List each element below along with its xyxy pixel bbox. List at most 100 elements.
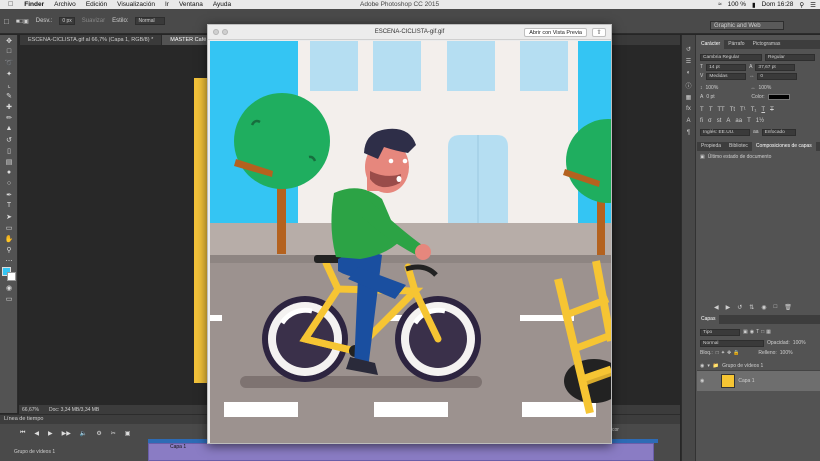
tab-parrafo[interactable]: Párrafo [724,40,748,49]
prev-comp-icon[interactable]: ◀ [714,304,719,311]
text-color-swatch[interactable] [767,94,790,100]
swash-icon[interactable]: st [717,118,722,124]
tracking-select[interactable]: 0 [757,72,798,80]
apple-icon[interactable]:  [0,1,19,8]
alternates-icon[interactable]: A [726,118,730,124]
update-vis-icon[interactable]: ◉ [761,304,766,311]
font-family-select[interactable]: Cambria Regular [700,53,762,61]
tab-propiedades[interactable]: Propieda [697,142,725,151]
superscript-icon[interactable]: T¹ [740,107,746,113]
fullscreen-icon[interactable] [222,29,228,35]
zoom-level[interactable]: 66,67% [22,407,39,413]
crop-tool-icon[interactable]: ⌞ [0,79,18,90]
baseline-input[interactable]: 0 pt [706,94,748,100]
opacity-input[interactable]: 100% [793,340,806,346]
gradient-tool-icon[interactable]: ▤ [0,156,18,167]
stamp-tool-icon[interactable]: ▲ [0,123,18,134]
tab-capas[interactable]: Capas [697,315,720,324]
layer-row-group[interactable]: ◉ ▾ 📁 Grupo de vídeos 1 [697,361,820,371]
eye-icon[interactable]: ◉ [700,378,704,384]
feather-input[interactable]: 0 px [59,17,75,25]
audio-icon[interactable]: 🔈 [80,430,87,437]
character-icon[interactable]: A [682,115,695,127]
layer-filter-select[interactable]: Tipo [700,328,740,336]
all-caps-icon[interactable]: TT [717,107,724,113]
close-icon[interactable] [213,29,219,35]
delete-comp-icon[interactable]: 🗑 [784,304,792,311]
timeline-track-name[interactable]: Grupo de vídeos 1 [14,449,55,455]
underline-icon[interactable]: T [761,107,765,113]
blend-mode-select[interactable]: Normal [700,339,764,347]
selection-mode-icons[interactable]: ■□▣ [16,18,29,25]
type-tool-icon[interactable]: T [0,200,18,211]
quick-mask-icon[interactable]: ◉ [0,282,18,293]
info-icon[interactable]: ⓘ [682,79,695,91]
workspace-select[interactable]: Graphic and Web [710,21,784,30]
swatches-icon[interactable]: ▦ [682,91,695,103]
prev-frame-icon[interactable]: ◀ [34,430,39,437]
marquee-tool-icon[interactable]: □ [4,17,9,26]
horizontal-scale-input[interactable]: 100% [759,85,772,91]
oldstyle-icon[interactable]: σ [708,118,712,124]
vertical-scale-input[interactable]: 100% [706,85,748,91]
tab-pictogramas[interactable]: Pictogramas [749,40,785,49]
timeline-clip[interactable] [148,443,654,461]
titling-icon[interactable]: aa [735,118,742,124]
share-icon[interactable]: ⇧ [592,28,606,37]
eyedropper-icon[interactable]: ✎ [0,90,18,101]
move-tool-icon[interactable]: ✥ [0,35,18,46]
eraser-tool-icon[interactable]: ▯ [0,145,18,156]
next-frame-icon[interactable]: ▶▶ [62,430,71,437]
split-icon[interactable]: ✂ [111,430,116,437]
battery-label[interactable]: 100 % [728,1,746,8]
menu-archivo[interactable]: Archivo [49,1,81,8]
paragraph-icon[interactable]: ¶ [682,127,695,139]
adjustments-icon[interactable]: ◐ [682,67,695,79]
pen-tool-icon[interactable]: ✒ [0,189,18,200]
menu-visualizacion[interactable]: Visualización [112,1,160,8]
language-select[interactable]: Inglés: EE.UU. [700,128,750,136]
menu-edicion[interactable]: Edición [81,1,112,8]
tab-composiciones[interactable]: Composiciones de capas [751,142,816,151]
history-icon[interactable]: ↺ [682,43,695,55]
more-tools-icon[interactable]: ⋯ [0,255,18,266]
menu-ir[interactable]: Ir [160,1,174,8]
antialias-checkbox[interactable]: Suavizar [82,18,105,24]
next-comp-icon[interactable]: ▶ [726,304,731,311]
rectangle-tool-icon[interactable]: ▭ [0,222,18,233]
layer-name[interactable]: Capa 1 [738,378,754,384]
search-icon[interactable]: ⚲ [799,1,804,9]
menu-finder[interactable]: Finder [19,1,49,8]
doc-tab-escena[interactable]: ESCENA-CICLISTA.gif al 66,7% (Capa 1, RG… [20,35,163,45]
layer-name[interactable]: Grupo de vídeos 1 [722,363,763,369]
lasso-tool-icon[interactable]: ➰ [0,57,18,68]
brush-tool-icon[interactable]: ✏ [0,112,18,123]
wifi-icon[interactable]: ≈ [718,1,722,8]
filter-icons[interactable]: ▣◉T□▦ [743,329,773,335]
font-size-input[interactable]: 14 pt [706,63,747,71]
disclosure-icon[interactable]: ▾ [707,363,710,369]
font-style-select[interactable]: Regular [765,53,815,61]
fractions-icon[interactable]: 1½ [756,118,764,124]
styles-icon[interactable]: fx [682,103,695,115]
new-comp-icon[interactable]: □ [774,304,778,310]
kerning-select[interactable]: Medidas [706,72,747,80]
screen-mode-icon[interactable]: ▭ [0,293,18,304]
small-caps-icon[interactable]: Tt [730,107,735,113]
style-select[interactable]: Normal [135,17,166,25]
lock-icons[interactable]: □✦✥🔒 [716,350,742,356]
history-brush-icon[interactable]: ↺ [0,134,18,145]
comp-item-label[interactable]: Último estado de documento [708,154,772,160]
tab-bibliotecas[interactable]: Bibliotec [725,142,752,151]
hand-tool-icon[interactable]: ✋ [0,233,18,244]
color-swatches-icon[interactable] [0,266,18,282]
clock[interactable]: Dom 16:28 [762,1,794,8]
settings-icon[interactable]: ⚙ [96,430,101,437]
path-select-icon[interactable]: ➤ [0,211,18,222]
subscript-icon[interactable]: T₁ [751,107,757,113]
leading-input[interactable]: 37,67 pt [755,63,796,71]
battery-icon[interactable]: ▮ [752,1,756,9]
menu-ayuda[interactable]: Ayuda [208,1,236,8]
update-pos-icon[interactable]: ⇅ [749,304,754,311]
menu-list-icon[interactable]: ☰ [810,1,816,9]
